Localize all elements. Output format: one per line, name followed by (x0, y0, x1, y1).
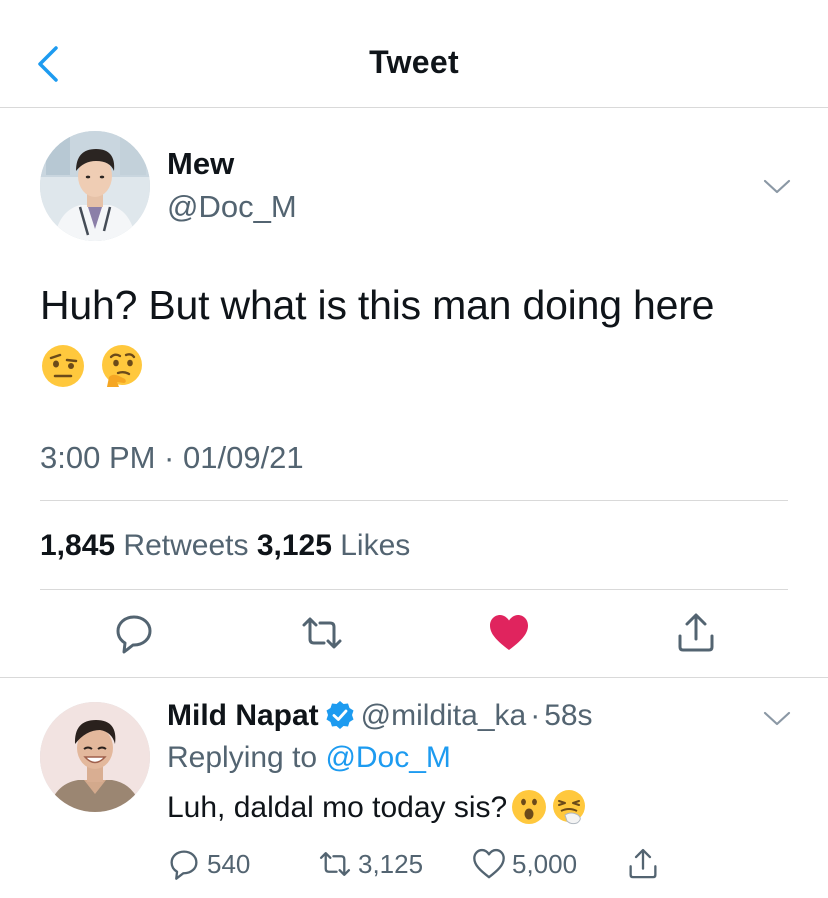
reply-avatar[interactable] (40, 702, 150, 812)
verified-badge-icon (326, 701, 354, 729)
like-count: 5,000 (512, 848, 578, 879)
likes-count: 3,125 (256, 529, 332, 562)
reply-count: 540 (207, 848, 251, 879)
chevron-down-icon (763, 711, 791, 726)
divider (40, 500, 788, 501)
tweet-options-button[interactable] (762, 176, 792, 196)
reply-text-content: Luh, daldal mo today sis? (167, 791, 508, 824)
replying-to: Replying to @Doc_M (167, 741, 451, 775)
tweet-stats: 1,845 Retweets 3,125 Likes (40, 529, 410, 563)
reply-author-handle[interactable]: @mildita_ka (361, 699, 527, 732)
raised-eyebrow-emoji-icon (42, 345, 84, 387)
thinking-face-emoji-icon (102, 345, 143, 387)
tweet-text: Huh? But what is this man doing here (40, 282, 715, 328)
reply-reply-button[interactable]: 540 (167, 846, 250, 882)
retweets-label: Retweets (123, 529, 249, 562)
reply-header: Mild Napat @mildita_ka · 58s (167, 699, 593, 733)
like-button[interactable] (487, 611, 531, 655)
reply-icon (170, 850, 198, 880)
tweet-timestamp: 3:00 PM · 01/09/21 (40, 440, 304, 475)
retweet-icon (319, 852, 351, 876)
replying-to-mention[interactable]: @Doc_M (325, 741, 450, 774)
reply-options-button[interactable] (762, 708, 792, 728)
section-divider (0, 677, 828, 678)
share-icon (629, 848, 657, 879)
retweet-icon (302, 617, 342, 649)
retweet-button[interactable] (300, 611, 344, 655)
reply-share-button[interactable] (626, 846, 666, 882)
avatar[interactable] (40, 131, 150, 241)
retweets-stat[interactable]: 1,845 Retweets (40, 529, 248, 562)
author-name[interactable]: Mew (167, 146, 234, 182)
chevron-down-icon (763, 179, 791, 194)
reply-button[interactable] (112, 611, 156, 655)
reply-like-button[interactable]: 5,000 (472, 846, 577, 882)
retweets-count: 1,845 (40, 529, 116, 562)
profile-photo (40, 131, 150, 241)
replying-to-label: Replying to (167, 741, 318, 774)
page-title: Tweet (369, 44, 459, 80)
share-button[interactable] (674, 611, 718, 655)
open-mouth-emoji-icon (512, 790, 547, 824)
heart-outline-icon (473, 848, 505, 879)
retweet-count: 3,125 (358, 848, 424, 879)
reply-icon (116, 615, 152, 654)
share-icon (678, 613, 714, 652)
profile-photo (40, 702, 150, 812)
reply-retweet-button[interactable]: 3,125 (318, 846, 423, 882)
likes-stat[interactable]: 3,125 Likes (257, 529, 410, 562)
reply-author-name[interactable]: Mild Napat (167, 699, 319, 732)
likes-label: Likes (340, 529, 411, 562)
tweet-emojis (40, 343, 154, 389)
divider (40, 589, 788, 590)
separator-dot: · (530, 699, 541, 732)
reply-time: 58s (544, 699, 593, 732)
reply-text: Luh, daldal mo today sis? (167, 789, 587, 825)
sneezing-face-emoji-icon (553, 790, 586, 825)
heart-icon (490, 615, 528, 650)
author-handle[interactable]: @Doc_M (167, 189, 297, 225)
